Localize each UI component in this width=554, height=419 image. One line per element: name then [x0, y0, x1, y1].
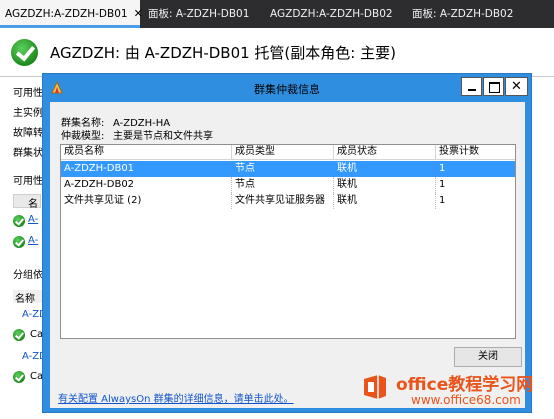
tab-label: 面板: A-ZDZH-DB01 — [148, 8, 250, 20]
table-row[interactable]: A-ZDZH-DB02 节点 联机 1 — [61, 177, 515, 193]
dashboard-header: AGZDZH: 由 A-ZDZH-DB01 托管(副本角色: 主要) — [0, 30, 554, 74]
cluster-state-label[interactable]: 群集状 — [13, 144, 43, 159]
watermark-url: www.office68.com — [411, 393, 521, 407]
column-label: 名 — [28, 199, 38, 210]
member-state-cell: 联机 — [334, 193, 436, 209]
table-row[interactable]: 文件共享见证 (2) 文件共享见证服务器 联机 1 — [61, 193, 515, 209]
healthy-check-icon — [11, 39, 38, 66]
primary-instance-label: 主实例 — [13, 108, 43, 119]
replica-link-1[interactable]: A- — [28, 214, 38, 225]
quorum-model-value: 主要是节点和文件共享 — [113, 131, 213, 142]
member-type-cell: 节点 — [232, 177, 334, 193]
grid-header: 成员名称 成员类型 成员状态 投票计数 — [61, 145, 515, 160]
dialog-client-area: 群集名称: A-ZDZH-HA 仲裁模型: 主要是节点和文件共享 成员名称 成员类型… — [50, 102, 525, 408]
member-type-cell: 节点 — [235, 163, 255, 174]
table-row[interactable]: A-ZDZH-DB01 节点 联机 1 — [61, 161, 515, 177]
vote-count-cell: 1 — [439, 163, 446, 174]
maximize-button[interactable] — [483, 77, 504, 96]
tab-label: 面板: A-ZDZH-DB02 — [412, 8, 514, 20]
close-window-button[interactable]: ✕ — [505, 77, 528, 96]
tab-label: AGZDZH:A-ZDZH-DB01 — [5, 8, 128, 20]
availability-replicas-label: 可用性 — [13, 176, 43, 187]
screen: AGZDZH:A-ZDZH-DB01 ✕ 面板: A-ZDZH-DB01 AGZD… — [0, 0, 554, 419]
document-tab-strip: AGZDZH:A-ZDZH-DB01 ✕ 面板: A-ZDZH-DB01 AGZD… — [0, 0, 554, 28]
name-column-header[interactable]: 名 — [13, 194, 41, 210]
member-name-cell: A-ZDZH-DB01 — [64, 163, 135, 174]
tab-panel-db01[interactable]: 面板: A-ZDZH-DB01 — [148, 0, 249, 28]
member-type-cell: 文件共享见证服务器 — [232, 193, 334, 209]
column-header-member-name[interactable]: 成员名称 — [61, 145, 232, 160]
failover-label: 故障转 — [13, 128, 43, 139]
database-healthy-icon — [13, 371, 25, 383]
member-name-cell: 文件共享见证 (2) — [61, 193, 232, 209]
column-header-member-state[interactable]: 成员状态 — [334, 145, 436, 160]
database-healthy-icon — [13, 329, 25, 341]
tab-panel-db02[interactable]: 面板: A-ZDZH-DB02 — [412, 0, 513, 28]
member-state-cell: 联机 — [334, 177, 436, 193]
minimize-button[interactable] — [461, 77, 482, 96]
replica-healthy-icon — [13, 215, 25, 227]
vote-count-cell: 1 — [439, 195, 446, 206]
dialog-titlebar[interactable]: 群集仲裁信息 ✕ — [43, 74, 531, 102]
cluster-members-grid[interactable]: 成员名称 成员类型 成员状态 投票计数 A-ZDZH-DB01 节点 联机 1 … — [60, 144, 516, 339]
dialog-title: 群集仲裁信息 — [254, 83, 320, 96]
close-button[interactable]: 关闭 — [454, 347, 522, 367]
quorum-model-label: 仲裁模型: — [61, 131, 105, 142]
replica-link-2[interactable]: A- — [28, 235, 38, 246]
close-icon: ✕ — [511, 79, 522, 94]
quorum-model-row: 仲裁模型: 主要是节点和文件共享 — [61, 127, 213, 142]
member-state-cell: 联机 — [337, 163, 357, 174]
tab-label: AGZDZH:A-ZDZH-DB02 — [270, 8, 393, 20]
help-link[interactable]: 有关配置 AlwaysOn 群集的详细信息，请单击此处。 — [58, 390, 294, 405]
close-tab-icon[interactable]: ✕ — [134, 7, 143, 20]
availability-label: 可用性 — [13, 88, 43, 99]
dashboard-title: AGZDZH: 由 A-ZDZH-DB01 托管(副本角色: 主要) — [50, 44, 396, 62]
tab-agzdzh-db01[interactable]: AGZDZH:A-ZDZH-DB01 ✕ — [0, 0, 143, 28]
cluster-quorum-dialog: 群集仲裁信息 ✕ 群集名称: A-ZDZH-HA 仲裁模型: 主要是节点和文件共享 … — [42, 73, 532, 413]
column-header-member-type[interactable]: 成员类型 — [232, 145, 334, 160]
name-section-header: 名称 — [13, 290, 43, 305]
section-label: 名称 — [15, 294, 35, 305]
member-name-cell: A-ZDZH-DB02 — [61, 177, 232, 193]
office-logo-icon — [364, 375, 386, 399]
tab-agzdzh-db02[interactable]: AGZDZH:A-ZDZH-DB02 — [270, 0, 393, 28]
replica-healthy-icon — [13, 236, 25, 248]
column-header-vote-count[interactable]: 投票计数 — [436, 145, 515, 160]
vote-count-cell: 1 — [439, 179, 446, 190]
group-by-label: 分组依 — [13, 270, 43, 281]
watermark-text: office教程学习网 — [396, 375, 534, 395]
